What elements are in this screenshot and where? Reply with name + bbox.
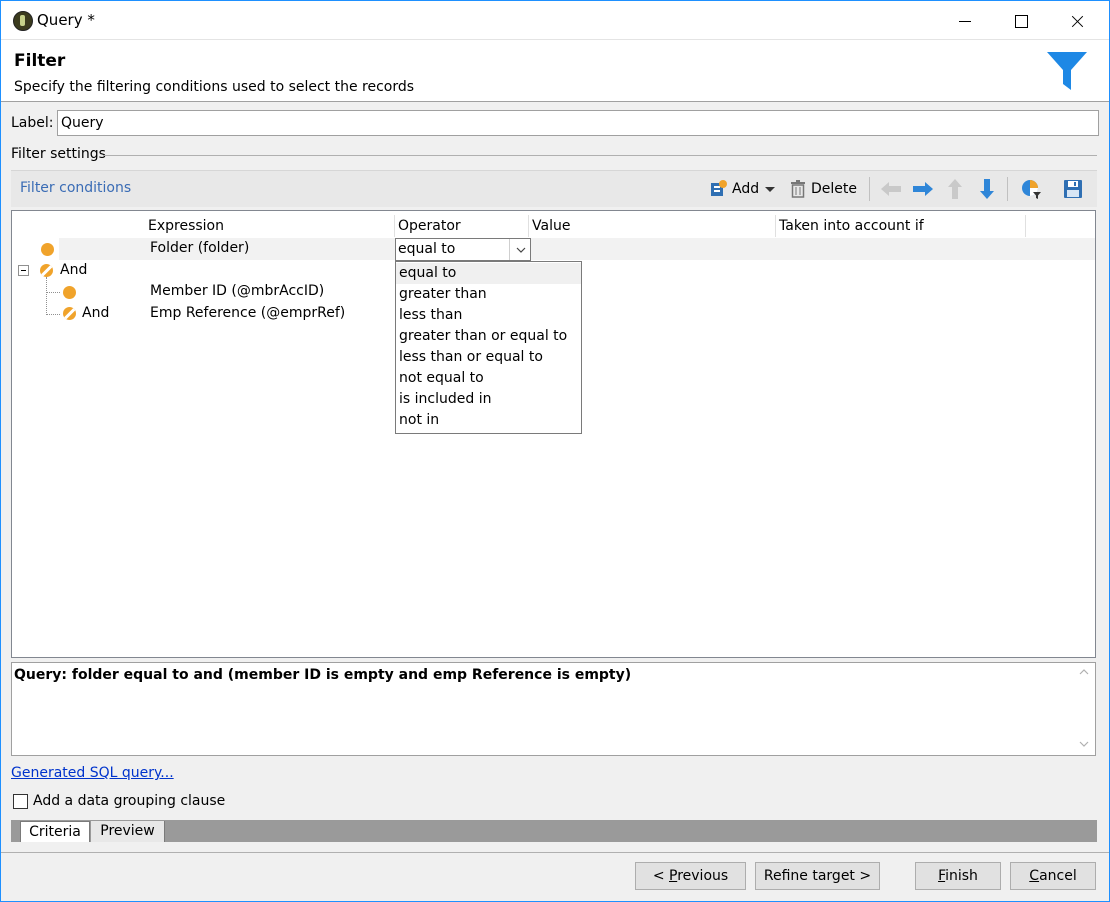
title-bar: Query * xyxy=(1,1,1109,39)
add-label: Add xyxy=(732,181,760,197)
minimize-button[interactable] xyxy=(942,2,988,40)
tree-connector xyxy=(46,292,60,293)
arrow-left-icon xyxy=(881,182,901,196)
condition-node-icon xyxy=(63,286,76,299)
previous-label: < Previous xyxy=(652,868,729,884)
and-node-label[interactable]: And xyxy=(60,260,87,281)
arrow-right-icon xyxy=(913,182,933,196)
maximize-icon xyxy=(1014,14,1028,28)
condition-node-icon xyxy=(41,243,54,256)
page-subtitle: Specify the filtering conditions used to… xyxy=(14,79,415,95)
query-summary-text: Query: folder equal to and (member ID is… xyxy=(14,667,632,683)
tree-connector xyxy=(46,314,60,315)
filter-conditions-title: Filter conditions xyxy=(20,180,132,196)
minimize-icon xyxy=(959,20,971,22)
delete-button[interactable]: Delete xyxy=(789,176,857,202)
move-right-button[interactable] xyxy=(911,177,935,201)
chevron-down-icon xyxy=(765,187,776,192)
tab-preview[interactable]: Preview xyxy=(91,821,165,842)
column-header-taken-into-account[interactable]: Taken into account if xyxy=(776,215,1026,237)
generated-sql-link[interactable]: Generated SQL query... xyxy=(11,765,174,781)
finish-label: Finish xyxy=(938,868,978,884)
filter-conditions-toolbar: Filter conditions Add Delete xyxy=(11,170,1097,207)
and-node-label[interactable]: And xyxy=(82,303,109,324)
tab-criteria[interactable]: Criteria xyxy=(20,821,90,842)
scroll-up-icon xyxy=(1079,669,1089,675)
query-summary-box[interactable]: Query: folder equal to and (member ID is… xyxy=(11,662,1096,756)
expression-cell[interactable]: Folder (folder) xyxy=(150,238,249,259)
page-title: Filter xyxy=(14,51,66,71)
column-header-operator[interactable]: Operator xyxy=(395,215,529,237)
trash-icon xyxy=(791,180,805,198)
add-button[interactable]: Add xyxy=(708,176,777,202)
operator-dropdown-list: equal to greater than less than greater … xyxy=(395,261,582,434)
footer-divider xyxy=(1,852,1109,853)
move-down-button[interactable] xyxy=(975,177,999,201)
toolbar-separator xyxy=(869,177,870,201)
operator-dropdown-button[interactable] xyxy=(509,239,531,260)
scroll-down-icon xyxy=(1079,741,1089,747)
label-input[interactable] xyxy=(57,110,1099,136)
operator-option[interactable]: equal to xyxy=(396,263,581,284)
toolbar-separator xyxy=(1007,177,1008,201)
label-field-label: Label: xyxy=(11,115,54,131)
filter-funnel-icon xyxy=(1047,52,1087,90)
add-condition-icon xyxy=(711,180,727,196)
operator-option[interactable]: greater than or equal to xyxy=(396,326,581,347)
refine-target-button[interactable]: Refine target > xyxy=(755,862,880,890)
grouping-checkbox[interactable] xyxy=(13,794,28,809)
pie-chart-filter-icon xyxy=(1022,180,1041,199)
save-filter-button[interactable] xyxy=(1061,177,1085,201)
operator-option[interactable]: greater than xyxy=(396,284,581,305)
previous-button[interactable]: < Previous xyxy=(635,862,746,890)
operator-option[interactable]: less than xyxy=(396,305,581,326)
arrow-down-icon xyxy=(980,179,994,199)
filter-settings-legend: Filter settings xyxy=(11,146,106,162)
app-icon xyxy=(13,11,33,31)
chevron-down-icon xyxy=(516,247,525,253)
move-left-button[interactable] xyxy=(879,177,903,201)
window-title: Query * xyxy=(37,11,95,29)
operator-select[interactable]: equal to xyxy=(395,238,531,261)
filter-settings-divider xyxy=(103,155,1097,156)
operator-option[interactable]: less than or equal to xyxy=(396,347,581,368)
cancel-label: Cancel xyxy=(1029,868,1077,884)
tab-strip: Criteria Preview xyxy=(11,820,1097,842)
distribution-button[interactable] xyxy=(1019,177,1043,201)
column-header-expression[interactable]: Expression xyxy=(145,215,395,237)
query-scrollbar[interactable] xyxy=(1074,663,1094,755)
collapse-toggle[interactable] xyxy=(18,265,29,276)
grouping-checkbox-label[interactable]: Add a data grouping clause xyxy=(33,793,225,809)
tree-connector xyxy=(46,277,47,315)
cancel-button[interactable]: Cancel xyxy=(1010,862,1096,890)
column-header-value[interactable]: Value xyxy=(529,215,776,237)
move-up-button[interactable] xyxy=(943,177,967,201)
finish-button[interactable]: Finish xyxy=(915,862,1001,890)
wizard-header: Filter Specify the filtering conditions … xyxy=(1,39,1109,102)
expression-cell[interactable]: Emp Reference (@emprRef) xyxy=(150,303,345,324)
delete-label: Delete xyxy=(811,181,857,197)
operator-option[interactable]: is included in xyxy=(396,389,581,410)
refine-label: Refine target > xyxy=(763,868,872,884)
close-button[interactable] xyxy=(1054,2,1100,40)
and-operator-icon xyxy=(40,264,53,277)
expression-cell[interactable]: Member ID (@mbrAccID) xyxy=(150,281,324,302)
operator-option[interactable]: not equal to xyxy=(396,368,581,389)
operator-select-value: equal to xyxy=(398,241,456,257)
and-operator-icon xyxy=(63,307,76,320)
filter-conditions-grid: Expression Operator Value Taken into acc… xyxy=(11,210,1096,658)
save-icon xyxy=(1064,180,1082,198)
close-icon xyxy=(1070,14,1084,28)
operator-option[interactable]: not in xyxy=(396,410,581,431)
maximize-button[interactable] xyxy=(998,2,1044,40)
arrow-up-icon xyxy=(948,179,962,199)
